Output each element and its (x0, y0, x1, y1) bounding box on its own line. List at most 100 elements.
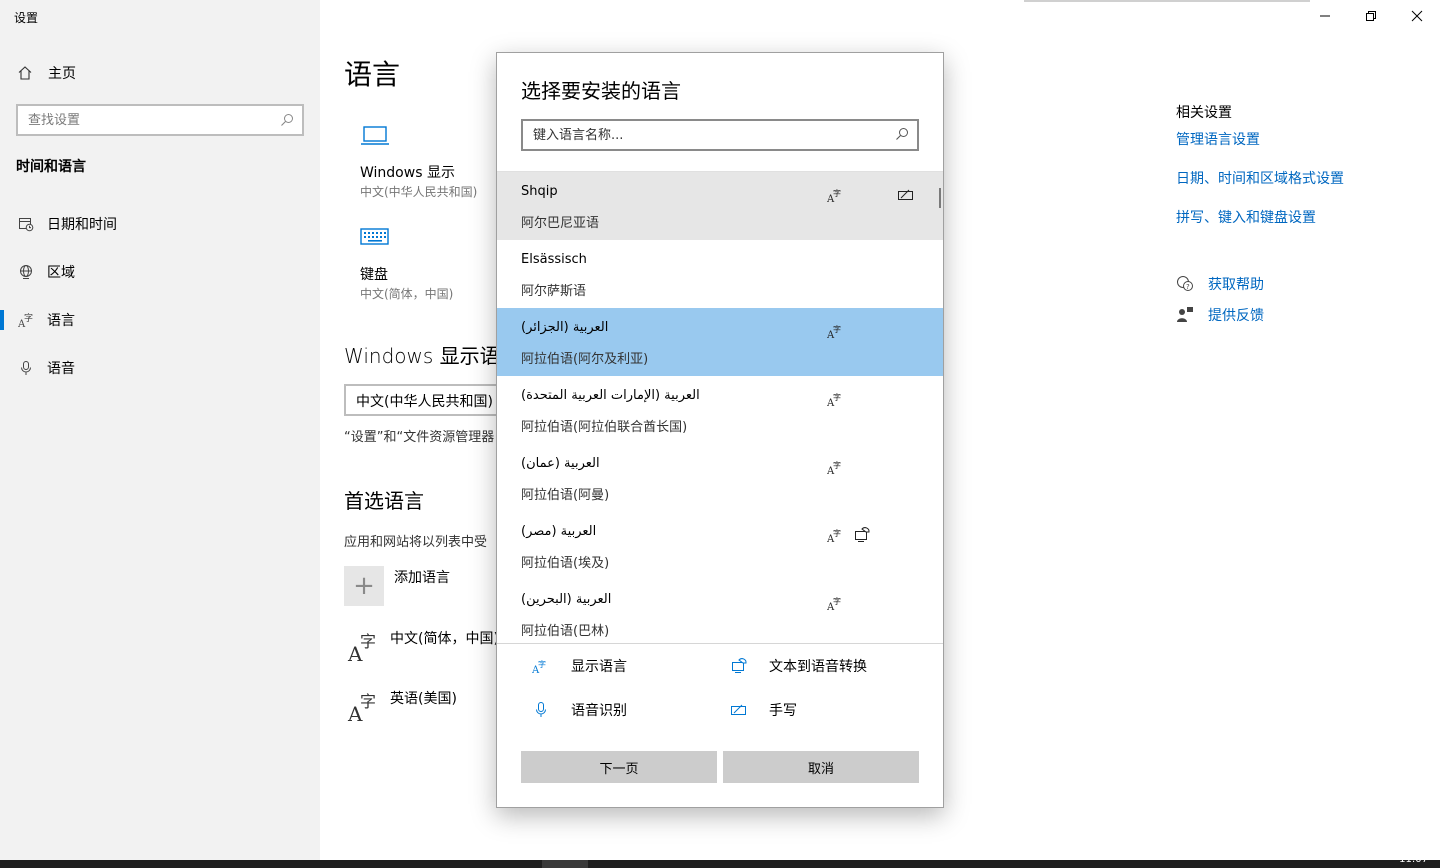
add-language-button[interactable]: + (344, 566, 384, 606)
microphone-icon (16, 360, 36, 376)
svg-text:字: 字 (833, 460, 841, 470)
sidebar-item-label: 区域 (47, 265, 75, 281)
plus-icon: + (353, 571, 375, 601)
language-chinese-name: 阿拉伯语(埃及) (521, 556, 610, 571)
text-to-speech-icon (729, 656, 749, 676)
svg-text:字: 字 (833, 392, 841, 402)
language-list[interactable]: Shqip 阿尔巴尼亚语 A字 Elsässisch 阿尔萨斯语 العربية… (497, 171, 943, 643)
spelling-typing-keyboard-link[interactable]: 拼写、键入和键盘设置 (1176, 207, 1316, 227)
list-item[interactable]: Shqip 阿尔巴尼亚语 A字 (497, 172, 943, 240)
list-item[interactable]: العربية (الإمارات العربية المتحدة) 阿拉伯语(… (497, 376, 943, 444)
language-icon: A字 (348, 632, 377, 666)
windows-display-subtitle: 中文(中华人民共和国) (360, 185, 478, 199)
nav-home[interactable]: 主页 (16, 62, 76, 84)
search-icon (280, 113, 294, 127)
list-item[interactable]: العربية (البحرين) 阿拉伯语(巴林) A字 (497, 580, 943, 643)
language-chinese-name: 阿拉伯语(巴林) (521, 624, 610, 639)
taskbar-clock[interactable]: 11:07 (1399, 854, 1428, 865)
sidebar-item-label: 日期和时间 (47, 217, 117, 233)
settings-search[interactable] (16, 104, 304, 136)
language-native-name: العربية (مصر) (521, 524, 597, 539)
legend-speech-recognition: 语音识别 (531, 700, 627, 720)
keyboard-subtitle: 中文(简体，中国) (360, 287, 454, 301)
window-edge (1024, 0, 1310, 2)
language-native-name: Shqip (521, 184, 558, 199)
date-time-region-link[interactable]: 日期、时间和区域格式设置 (1176, 168, 1344, 188)
language-native-name: العربية (الإمارات العربية المتحدة) (521, 388, 700, 403)
preferred-language-item[interactable]: 中文(简体，中国) (390, 628, 499, 648)
list-item[interactable]: العربية (عمان) 阿拉伯语(阿曼) A字 (497, 444, 943, 512)
install-language-dialog: 选择要安装的语言 Shqip 阿尔巴尼亚语 A字 Elsässisch 阿尔萨斯… (496, 52, 944, 808)
section-title: 时间和语言 (16, 159, 86, 175)
language-native-name: Elsässisch (521, 252, 587, 267)
add-language-label[interactable]: 添加语言 (394, 567, 450, 587)
scrollbar-thumb[interactable] (939, 188, 941, 208)
sidebar-item-speech[interactable]: 语音 (0, 348, 320, 388)
display-language-icon: A字 (531, 656, 551, 676)
svg-text:字: 字 (833, 324, 841, 334)
sidebar-item-language[interactable]: A字 语言 (0, 300, 320, 340)
manage-language-settings-link[interactable]: 管理语言设置 (1176, 129, 1260, 149)
legend-label: 显示语言 (571, 659, 627, 675)
language-search[interactable] (521, 119, 919, 151)
language-chinese-name: 阿尔巴尼亚语 (521, 216, 600, 231)
app-title: 设置 (14, 11, 39, 25)
page-title: 语言 (344, 58, 401, 91)
help-chat-icon: ? (1176, 275, 1194, 293)
windows-display-title[interactable]: Windows 显示 (360, 162, 455, 182)
settings-search-input[interactable] (28, 112, 280, 128)
svg-text:字: 字 (833, 188, 841, 198)
svg-text:?: ? (1186, 283, 1190, 291)
get-help-link[interactable]: ? 获取帮助 (1176, 274, 1264, 294)
language-chinese-name: 阿尔萨斯语 (521, 284, 587, 299)
restore-button[interactable] (1348, 2, 1394, 30)
next-button[interactable]: 下一页 (521, 751, 717, 783)
sidebar-item-label: 语音 (47, 361, 75, 377)
feedback-icon (1176, 306, 1194, 324)
legend-label: 手写 (769, 703, 797, 719)
close-button[interactable] (1394, 2, 1440, 30)
keyboard-title[interactable]: 键盘 (360, 264, 388, 284)
settings-sidebar: 设置 主页 时间和语言 日期和时间 区域 A字 语言 语音 (0, 0, 320, 860)
display-language-desc: “设置”和“文件资源管理器 (344, 430, 495, 445)
language-native-name: العربية (الجزائر) (521, 320, 609, 335)
language-chinese-name: 阿拉伯语(阿拉伯联合酋长国) (521, 420, 688, 435)
legend-label: 文本到语音转换 (769, 659, 867, 675)
taskbar: 11:07 (0, 854, 1440, 868)
keyboard-icon[interactable] (360, 226, 390, 252)
svg-text:字: 字 (538, 659, 546, 669)
sidebar-item-label: 语言 (47, 313, 75, 329)
legend-handwriting: 手写 (729, 700, 797, 720)
list-item[interactable]: العربية (الجزائر) 阿拉伯语(阿尔及利亚) A字 (497, 308, 943, 376)
list-item[interactable]: Elsässisch 阿尔萨斯语 (497, 240, 943, 308)
related-settings-title: 相关设置 (1176, 105, 1232, 121)
handwriting-icon (729, 700, 749, 720)
svg-text:字: 字 (24, 312, 33, 324)
display-language-heading: Windows 显示语言 (344, 344, 520, 368)
legend-label: 语音识别 (571, 703, 627, 719)
nav-home-label: 主页 (48, 66, 76, 82)
sidebar-item-region[interactable]: 区域 (0, 252, 320, 292)
minimize-button[interactable] (1302, 2, 1348, 30)
laptop-icon[interactable] (360, 124, 390, 152)
handwriting-icon (897, 186, 915, 204)
language-chinese-name: 阿拉伯语(阿曼) (521, 488, 610, 503)
get-help-label: 获取帮助 (1208, 277, 1264, 293)
give-feedback-link[interactable]: 提供反馈 (1176, 305, 1264, 325)
text-to-speech-icon (853, 526, 871, 544)
taskbar-active-app[interactable] (542, 860, 588, 868)
preferred-language-item[interactable]: 英语(美国) (390, 688, 457, 708)
globe-icon (16, 264, 36, 280)
display-language-icon: A字 (826, 458, 845, 477)
sidebar-item-date-time[interactable]: 日期和时间 (0, 204, 320, 244)
display-language-icon: A字 (826, 390, 845, 409)
legend-display-language: A字 显示语言 (531, 656, 627, 676)
preferred-languages-desc: 应用和网站将以列表中受 (344, 535, 488, 550)
display-language-icon: A字 (826, 186, 845, 205)
list-item[interactable]: العربية (مصر) 阿拉伯语(埃及) A字 (497, 512, 943, 580)
language-native-name: العربية (عمان) (521, 456, 600, 471)
microphone-icon (531, 700, 551, 720)
cancel-button[interactable]: 取消 (723, 751, 919, 783)
language-search-input[interactable] (533, 127, 895, 143)
language-icon: A字 (16, 312, 36, 328)
